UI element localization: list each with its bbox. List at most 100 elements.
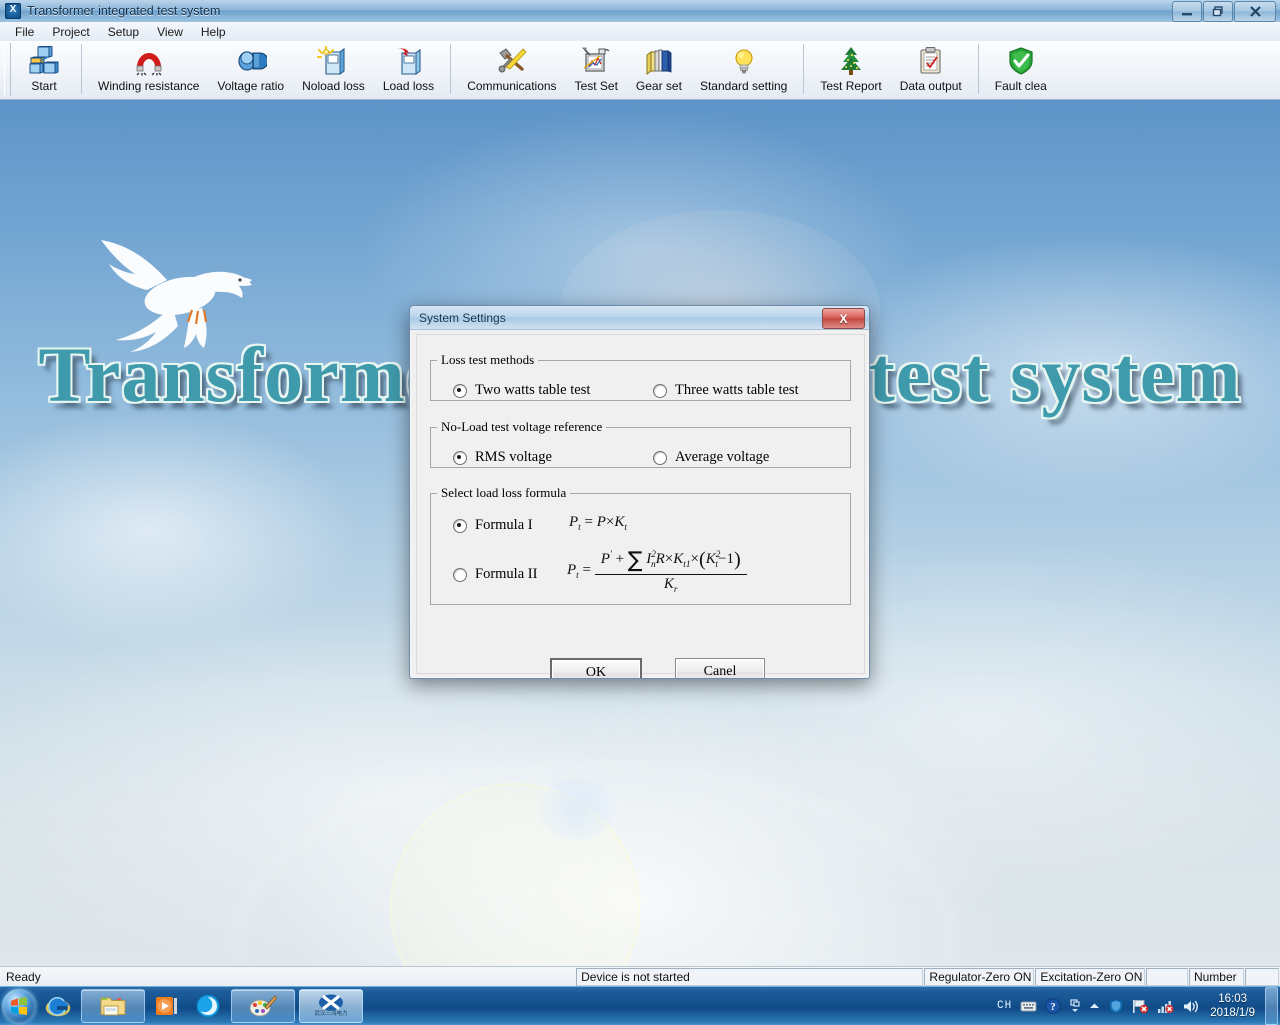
menu-project[interactable]: Project [43, 24, 98, 40]
formula-2-one: 1 [726, 551, 734, 567]
volume-icon[interactable] [1182, 999, 1200, 1014]
application-window: Transformer integrated test system File … [0, 0, 1280, 986]
formula-2-expression: Pt = P' + ∑ I2nR×Kt1×(K2t−1) Kr [567, 548, 747, 596]
paint-icon [249, 994, 277, 1018]
toolbar-button-winding-resistance[interactable]: Winding resistance [89, 41, 208, 95]
radio-marker [453, 384, 467, 398]
qq-browser-icon [195, 993, 221, 1019]
toolbar-button-load-loss[interactable]: Load loss [374, 41, 443, 95]
formula-1-p: P [597, 514, 606, 530]
menu-file[interactable]: File [6, 24, 43, 40]
windows-explorer-icon [99, 994, 127, 1018]
formula-1-expression: Pt = P×Kt [569, 514, 627, 533]
radio-marker [453, 451, 467, 465]
toolbar-button-fault-clear[interactable]: Fault clea [986, 41, 1056, 95]
formula-1-equals: = [585, 514, 593, 530]
group-loss-test-methods: Loss test methods Two watts table test T… [430, 352, 851, 401]
show-desktop-arrow-icon[interactable] [1089, 1002, 1100, 1010]
status-number: Number [1189, 968, 1244, 986]
toolbar-label-fault-clear: Fault clea [995, 79, 1047, 93]
toolbar-button-data-output[interactable]: Data output [891, 41, 971, 95]
toolbar-button-test-set[interactable]: Test Set [566, 41, 627, 95]
radio-formula-1[interactable]: Formula I [453, 517, 533, 534]
status-bar: Ready Device is not started Regulator-Ze… [0, 966, 1280, 986]
status-excitation-zero: Excitation-Zero ON [1035, 968, 1145, 986]
toolbar-separator [450, 44, 451, 94]
formula-2-times-1: × [665, 551, 673, 567]
network-flag-icon[interactable] [1132, 999, 1149, 1014]
cancel-button[interactable]: Canel [675, 658, 765, 679]
keyboard-icon[interactable] [1020, 1000, 1037, 1012]
toolbar-label-load-loss: Load loss [383, 79, 434, 93]
toolbar-label-test-report: Test Report [820, 79, 881, 93]
dialog-titlebar: System Settings X [410, 306, 869, 330]
toolbar-button-noload-loss[interactable]: Noload loss [293, 41, 374, 95]
toolbar-button-standard-setting[interactable]: Standard setting [691, 41, 796, 95]
toolbar-grip[interactable] [4, 43, 11, 96]
toolbar-separator [978, 44, 979, 94]
help-icon[interactable]: ? [1045, 998, 1061, 1014]
radio-marker [653, 451, 667, 465]
toolbar-button-voltage-ratio[interactable]: Voltage ratio [208, 41, 293, 95]
radio-marker [453, 568, 467, 582]
security-shield-icon[interactable] [1108, 998, 1124, 1014]
close-button[interactable] [1234, 1, 1276, 22]
ok-button[interactable]: OK [550, 658, 642, 679]
toolbar-button-communications[interactable]: Communications [458, 41, 565, 95]
taskbar-clock[interactable]: 16:03 2018/1/9 [1210, 992, 1255, 1020]
radio-three-watts-table-test[interactable]: Three watts table test [653, 382, 799, 399]
status-blank-2 [1245, 968, 1279, 986]
lightbulb-icon [726, 45, 762, 77]
windows-logo-icon [9, 996, 29, 1016]
formula-2-paren-close: ) [734, 549, 741, 571]
radio-average-voltage[interactable]: Average voltage [653, 449, 769, 466]
noload-meter-icon [315, 45, 351, 77]
toolbar-button-gear-set[interactable]: Gear set [627, 41, 691, 95]
status-device: Device is not started [576, 968, 923, 986]
tree-icon [833, 45, 869, 77]
formula-2-k1: K [673, 551, 683, 567]
quicklaunch-media-player[interactable] [148, 989, 186, 1023]
main-toolbar: Start Winding resistance [0, 41, 1280, 100]
radio-formula-2[interactable]: Formula II [453, 566, 537, 583]
toolbar-separator [81, 44, 82, 94]
books-icon [641, 45, 677, 77]
toolbar-label-data-output: Data output [900, 79, 962, 93]
show-hidden-icons-icon[interactable] [1069, 999, 1081, 1013]
menu-setup[interactable]: Setup [99, 24, 148, 40]
maximize-restore-button[interactable] [1203, 1, 1233, 22]
formula-2-prime: ' [610, 550, 612, 560]
start-button[interactable] [2, 989, 36, 1023]
green-shield-check-icon [1003, 45, 1039, 77]
toolbar-label-test-set: Test Set [575, 79, 618, 93]
ime-language-indicator[interactable]: CH [997, 1000, 1012, 1012]
group-legend-loss-test-methods: Loss test methods [437, 352, 538, 368]
taskbar-window-transformer-test-system[interactable]: 武汉三鸿电力 [299, 989, 363, 1023]
taskbar-window-explorer[interactable] [81, 989, 145, 1023]
clock-time: 16:03 [1210, 992, 1255, 1006]
toolbar-button-start[interactable]: Start [14, 41, 74, 95]
radio-rms-voltage[interactable]: RMS voltage [453, 449, 552, 466]
quicklaunch-qq-browser[interactable] [189, 989, 227, 1023]
signal-bars-icon[interactable] [1157, 999, 1174, 1014]
menubar: File Project Setup View Help [0, 22, 1280, 42]
show-desktop-button[interactable] [1265, 987, 1278, 1025]
clipboard-check-icon [913, 45, 949, 77]
magnet-icon [131, 45, 167, 77]
radio-two-watts-table-test[interactable]: Two watts table test [453, 382, 590, 399]
menu-view[interactable]: View [148, 24, 192, 40]
dialog-close-button[interactable]: X [822, 308, 865, 329]
taskbar-window-paint[interactable] [231, 989, 295, 1023]
menu-help[interactable]: Help [192, 24, 235, 40]
minimize-button[interactable] [1172, 1, 1202, 22]
toolbar-label-voltage-ratio: Voltage ratio [217, 79, 284, 93]
toolbar-label-standard-setting: Standard setting [700, 79, 787, 93]
status-blank-1 [1146, 968, 1188, 986]
transformer-app-icon [318, 994, 344, 1011]
toolbar-button-test-report[interactable]: Test Report [811, 41, 890, 95]
quicklaunch-internet-explorer[interactable] [39, 989, 77, 1023]
formula-2-sigma: ∑ [628, 548, 643, 573]
system-settings-dialog: System Settings X Loss test methods Two … [409, 305, 870, 679]
radio-marker [653, 384, 667, 398]
system-tray: CH ? [993, 987, 1280, 1025]
